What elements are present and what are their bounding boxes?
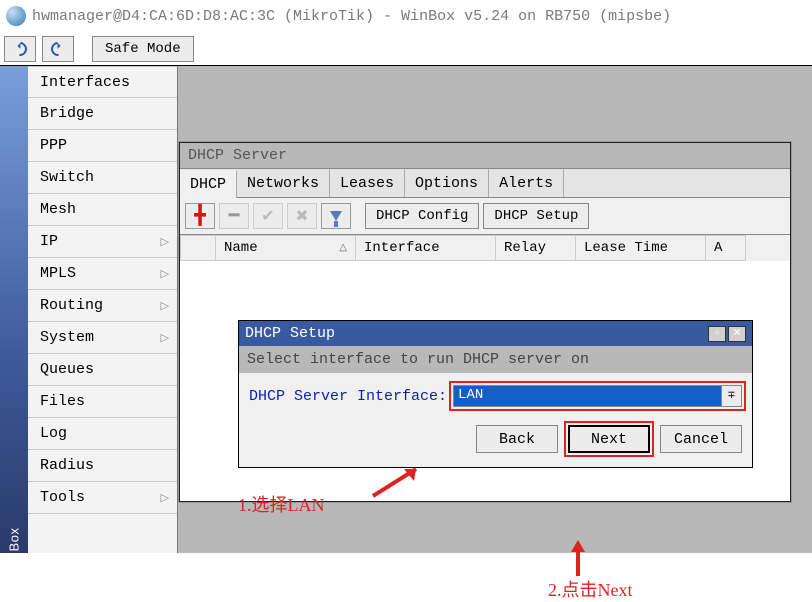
undo-icon xyxy=(10,39,30,59)
content-pane: DHCP Server DHCPNetworksLeasesOptionsAle… xyxy=(178,66,812,553)
cancel-button[interactable]: Cancel xyxy=(660,425,742,453)
left-strip: Box xyxy=(0,66,28,553)
sidebar-item-ip[interactable]: IP ▷ xyxy=(28,226,177,258)
tab-dhcp[interactable]: DHCP xyxy=(180,170,237,198)
main-toolbar: Safe Mode xyxy=(0,32,812,66)
dhcp-config-button[interactable]: DHCP Config xyxy=(365,203,479,229)
sidebar-item-label: MPLS xyxy=(40,265,76,282)
arrow-icon-2 xyxy=(563,536,593,580)
dhcp-tabs: DHCPNetworksLeasesOptionsAlerts xyxy=(180,169,790,198)
column-header-a[interactable]: A xyxy=(706,235,746,261)
column-header-relay[interactable]: Relay xyxy=(496,235,576,261)
sidebar-item-switch[interactable]: Switch xyxy=(28,162,177,194)
dialog-subtitle: Select interface to run DHCP server on xyxy=(239,346,752,373)
dialog-titlebar[interactable]: DHCP Setup ▫ ✕ xyxy=(239,321,752,346)
annotation-step2: 2.点击Next xyxy=(548,576,633,602)
submenu-arrow-icon: ▷ xyxy=(161,299,169,313)
grid-header: Name△InterfaceRelayLease TimeA xyxy=(180,235,790,261)
sidebar-item-mpls[interactable]: MPLS ▷ xyxy=(28,258,177,290)
column-header-name[interactable]: Name△ xyxy=(216,235,356,261)
dhcp-setup-button[interactable]: DHCP Setup xyxy=(483,203,589,229)
column-header-blank[interactable] xyxy=(180,235,216,261)
disable-button[interactable]: ✖ xyxy=(287,203,317,229)
sidebar-item-interfaces[interactable]: Interfaces xyxy=(28,66,177,98)
app-logo-icon xyxy=(6,6,26,26)
sidebar-item-label: Interfaces xyxy=(40,74,130,91)
dialog-minimize-button[interactable]: ▫ xyxy=(708,326,726,342)
sidebar-item-label: Queues xyxy=(40,361,94,378)
sidebar-item-label: IP xyxy=(40,233,58,250)
dhcp-toolbar: ╋ ━ ✔ ✖ DHCP Config DHCP Setup xyxy=(180,198,790,235)
window-title: hwmanager@D4:CA:6D:D8:AC:3C (MikroTik) -… xyxy=(32,8,671,25)
check-icon: ✔ xyxy=(261,206,274,226)
enable-button[interactable]: ✔ xyxy=(253,203,283,229)
sidebar-item-label: System xyxy=(40,329,94,346)
sidebar-item-tools[interactable]: Tools ▷ xyxy=(28,482,177,514)
dialog-title: DHCP Setup xyxy=(245,325,335,342)
sidebar-item-label: Switch xyxy=(40,169,94,186)
minus-icon: ━ xyxy=(229,205,240,227)
sidebar-item-routing[interactable]: Routing ▷ xyxy=(28,290,177,322)
interface-select[interactable]: LAN xyxy=(453,385,722,407)
chevron-down-icon: ∓ xyxy=(727,390,735,402)
next-button[interactable]: Next xyxy=(568,425,650,453)
sidebar-item-label: Log xyxy=(40,425,67,442)
undo-button[interactable] xyxy=(4,36,36,62)
left-strip-label: Box xyxy=(7,528,22,552)
sidebar-item-queues[interactable]: Queues xyxy=(28,354,177,386)
sidebar-item-label: Files xyxy=(40,393,85,410)
interface-label: DHCP Server Interface: xyxy=(249,388,447,405)
sidebar-item-files[interactable]: Files xyxy=(28,386,177,418)
submenu-arrow-icon: ▷ xyxy=(161,235,169,249)
dhcp-setup-dialog: DHCP Setup ▫ ✕ Select interface to run D… xyxy=(238,320,753,468)
main-area: Box InterfacesBridgePPPSwitchMeshIP▷MPLS… xyxy=(0,66,812,553)
filter-button[interactable] xyxy=(321,203,351,229)
submenu-arrow-icon: ▷ xyxy=(161,331,169,345)
sidebar-item-label: PPP xyxy=(40,137,67,154)
sidebar-item-label: Mesh xyxy=(40,201,76,218)
remove-button[interactable]: ━ xyxy=(219,203,249,229)
sidebar-item-label: Bridge xyxy=(40,105,94,122)
sidebar-item-radius[interactable]: Radius xyxy=(28,450,177,482)
funnel-icon xyxy=(330,211,342,221)
plus-icon: ╋ xyxy=(195,205,206,227)
column-header-interface[interactable]: Interface xyxy=(356,235,496,261)
sidebar-item-ppp[interactable]: PPP xyxy=(28,130,177,162)
interface-dropdown-button[interactable]: ∓ xyxy=(722,385,742,407)
sidebar-menu: InterfacesBridgePPPSwitchMeshIP▷MPLS▷Rou… xyxy=(28,66,178,553)
submenu-arrow-icon: ▷ xyxy=(161,267,169,281)
sidebar-item-log[interactable]: Log xyxy=(28,418,177,450)
tab-networks[interactable]: Networks xyxy=(237,169,330,197)
tab-alerts[interactable]: Alerts xyxy=(489,169,564,197)
window-titlebar: hwmanager@D4:CA:6D:D8:AC:3C (MikroTik) -… xyxy=(0,0,812,32)
sidebar-item-label: Routing xyxy=(40,297,103,314)
sidebar-item-mesh[interactable]: Mesh xyxy=(28,194,177,226)
dhcp-window-title: DHCP Server xyxy=(180,143,790,169)
redo-icon xyxy=(48,39,68,59)
sidebar-item-system[interactable]: System ▷ xyxy=(28,322,177,354)
submenu-arrow-icon: ▷ xyxy=(161,491,169,505)
tab-options[interactable]: Options xyxy=(405,169,489,197)
safe-mode-button[interactable]: Safe Mode xyxy=(92,36,194,62)
sidebar-item-label: Radius xyxy=(40,457,94,474)
interface-row: DHCP Server Interface: LAN ∓ xyxy=(249,385,742,407)
sidebar-item-bridge[interactable]: Bridge xyxy=(28,98,177,130)
add-button[interactable]: ╋ xyxy=(185,203,215,229)
back-button[interactable]: Back xyxy=(476,425,558,453)
column-header-lease-time[interactable]: Lease Time xyxy=(576,235,706,261)
sort-indicator-icon: △ xyxy=(339,242,347,254)
sidebar-item-label: Tools xyxy=(40,489,85,506)
cross-icon: ✖ xyxy=(295,206,308,226)
redo-button[interactable] xyxy=(42,36,74,62)
tab-leases[interactable]: Leases xyxy=(330,169,405,197)
dialog-close-button[interactable]: ✕ xyxy=(728,326,746,342)
